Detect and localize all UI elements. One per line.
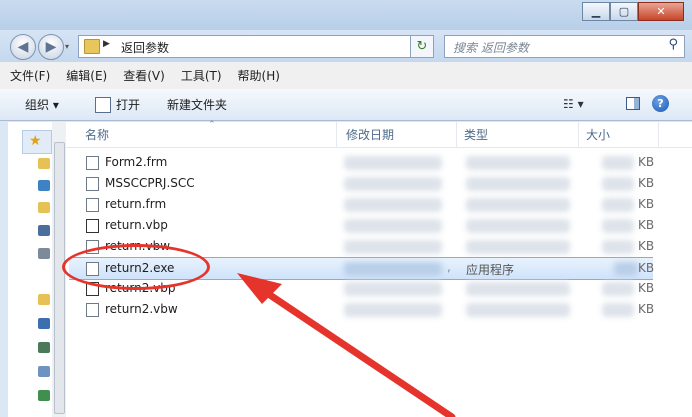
annotation-arrow (237, 273, 456, 417)
